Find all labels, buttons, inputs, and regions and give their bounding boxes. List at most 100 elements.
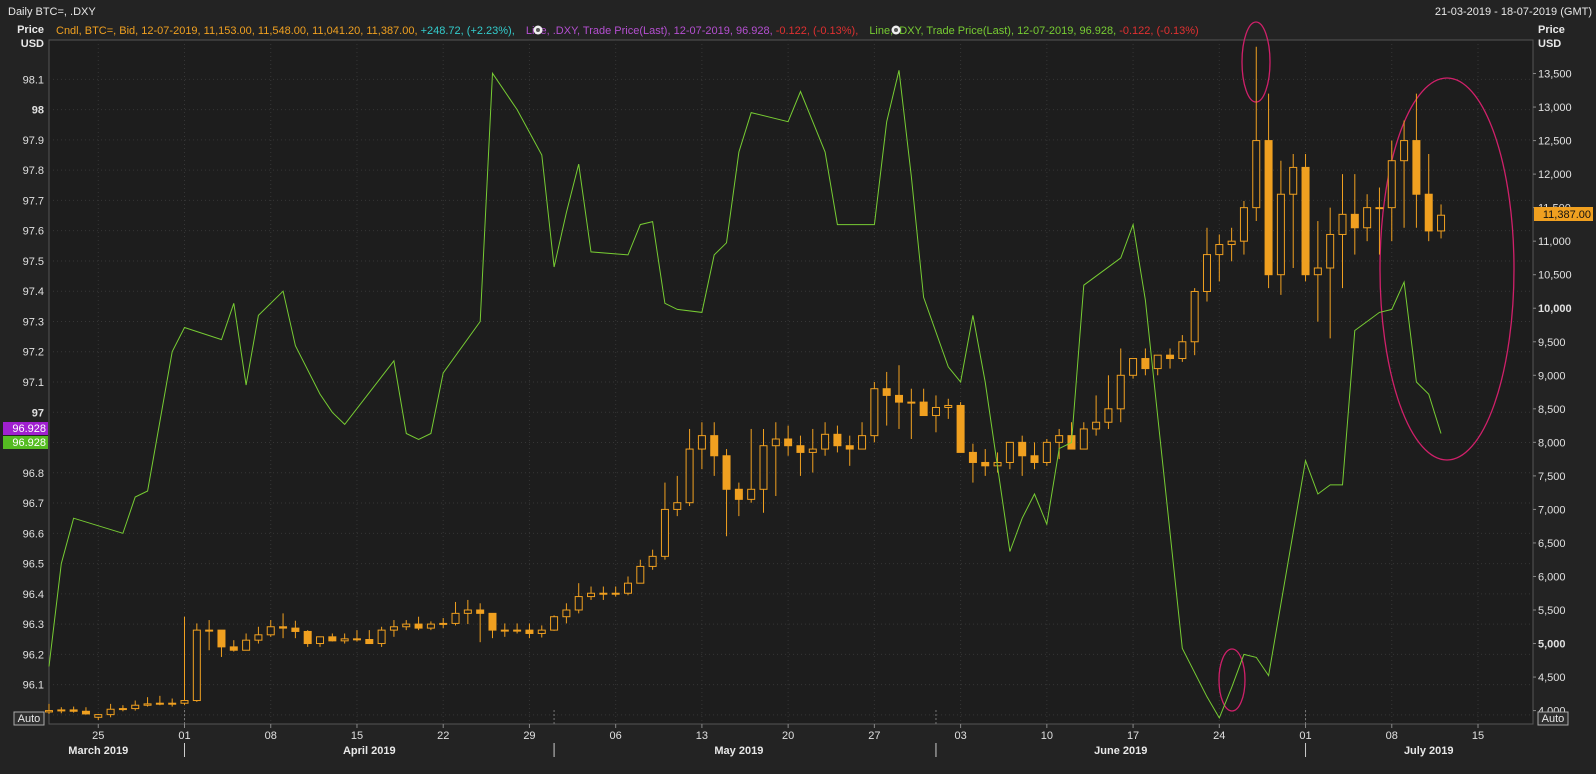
left-tick-label: 97.1 bbox=[23, 377, 44, 389]
btc-candle bbox=[1301, 154, 1310, 282]
candle-body-up bbox=[1276, 193, 1285, 276]
candle-body-down bbox=[352, 638, 361, 641]
candle-body-down bbox=[956, 404, 965, 453]
left-tick-label: 98.1 bbox=[23, 74, 44, 86]
candle-body-up bbox=[808, 448, 817, 453]
candle-body-down bbox=[81, 710, 90, 715]
candle-body-up bbox=[858, 435, 867, 450]
x-tick-label: 17 bbox=[1127, 730, 1139, 742]
btc-candle bbox=[1129, 358, 1138, 379]
auto-scale-right-button[interactable]: Auto bbox=[1537, 711, 1569, 726]
left-badge-purple: 96.928 bbox=[3, 422, 48, 435]
left-tick-label: 97.2 bbox=[23, 347, 44, 359]
x-tick-label: 01 bbox=[178, 730, 190, 742]
candle-body-down bbox=[845, 445, 854, 450]
candle-body-down bbox=[968, 451, 977, 463]
chart-title: Daily BTC=, .DXY bbox=[8, 6, 96, 18]
candle-body-down bbox=[981, 461, 990, 467]
left-tick-label: 97 bbox=[32, 407, 44, 419]
auto-scale-left-button[interactable]: Auto bbox=[13, 711, 45, 726]
candle-body-up bbox=[1252, 140, 1261, 209]
candle-body-up bbox=[266, 626, 275, 636]
left-tick-label: 96.4 bbox=[23, 589, 44, 601]
candle-body-up bbox=[697, 435, 706, 450]
candle-body-down bbox=[599, 592, 608, 595]
candle-body-down bbox=[895, 394, 904, 403]
candle-body-up bbox=[155, 702, 164, 705]
candle-body-up bbox=[931, 406, 940, 417]
candle-body-down bbox=[710, 435, 719, 457]
candle-body-up bbox=[870, 388, 879, 437]
x-month-label: July 2019 bbox=[1404, 745, 1454, 757]
candle-body-down bbox=[833, 433, 842, 447]
candle-body-up bbox=[205, 629, 214, 632]
right-tick-label: 13,000 bbox=[1538, 102, 1572, 114]
right-axis-title: Price bbox=[1538, 24, 1565, 36]
candle-body-up bbox=[759, 445, 768, 490]
legend-part: Cndl, BTC=, Bid, 12-07-2019, 11,153.00, … bbox=[56, 25, 421, 37]
left-tick-label: 96.8 bbox=[23, 468, 44, 480]
right-tick-label: 4,500 bbox=[1538, 672, 1566, 684]
right-tick-label: 6,500 bbox=[1538, 538, 1566, 550]
btc-candle bbox=[956, 402, 965, 453]
left-tick-label: 97.9 bbox=[23, 135, 44, 147]
candle-body-up bbox=[673, 502, 682, 510]
btc-candle bbox=[377, 626, 386, 647]
candle-body-up bbox=[1005, 441, 1014, 463]
candle-body-up bbox=[402, 623, 411, 628]
candle-body-down bbox=[476, 609, 485, 614]
right-tick-label: 12,500 bbox=[1538, 136, 1572, 148]
left-tick-label: 97.6 bbox=[23, 226, 44, 238]
candle-body-up bbox=[1363, 207, 1372, 229]
x-tick-label: 22 bbox=[437, 730, 449, 742]
x-tick-label: 27 bbox=[868, 730, 880, 742]
left-badge-green-value: 96.928 bbox=[12, 437, 46, 449]
candle-body-up bbox=[574, 596, 583, 611]
candle-body-down bbox=[229, 646, 238, 651]
candle-body-up bbox=[1116, 374, 1125, 410]
candle-body-down bbox=[525, 629, 534, 634]
candle-body-up bbox=[660, 508, 669, 557]
left-tick-label: 96.5 bbox=[23, 559, 44, 571]
left-tick-label: 96.2 bbox=[23, 649, 44, 661]
candle-body-up bbox=[771, 438, 780, 447]
right-tick-label: 8,500 bbox=[1538, 404, 1566, 416]
candle-body-up bbox=[389, 626, 398, 631]
candle-body-up bbox=[500, 629, 509, 632]
legend-part: -0.122, (-0.13%), bbox=[776, 25, 862, 37]
left-axis-unit: USD bbox=[21, 38, 44, 50]
right-tick-label: 5,000 bbox=[1538, 639, 1566, 651]
chart-canvas: 9696.196.296.396.496.596.696.796.896.997… bbox=[0, 0, 1596, 774]
left-tick-label: 96.1 bbox=[23, 680, 44, 692]
candle-body-up bbox=[94, 714, 103, 718]
left-axis-title: Price bbox=[17, 24, 44, 36]
right-tick-label: 12,000 bbox=[1538, 169, 1572, 181]
x-month-label: March 2019 bbox=[68, 745, 128, 757]
candle-body-up bbox=[180, 700, 189, 704]
legend-line: Cndl, BTC=, Bid, 12-07-2019, 11,153.00, … bbox=[56, 25, 1199, 37]
right-tick-label: 7,500 bbox=[1538, 471, 1566, 483]
candle-body-up bbox=[340, 638, 349, 642]
candle-body-up bbox=[143, 703, 152, 706]
x-tick-label: 25 bbox=[92, 730, 104, 742]
left-tick-label: 98 bbox=[32, 105, 44, 117]
candle-body-up bbox=[106, 708, 115, 716]
candle-body-up bbox=[1326, 233, 1335, 269]
candle-body-down bbox=[882, 388, 891, 396]
candle-body-down bbox=[291, 627, 300, 632]
legend-part: Line, .DXY, Trade Price(Last), 12-07-201… bbox=[869, 25, 1119, 37]
candle-body-up bbox=[1313, 267, 1322, 276]
candle-body-up bbox=[1104, 408, 1113, 423]
x-tick-label: 03 bbox=[954, 730, 966, 742]
right-tick-label: 11,000 bbox=[1538, 236, 1571, 248]
candle-body-down bbox=[1412, 140, 1421, 195]
legend-part: Line, .DXY, Trade Price(Last), 12-07-201… bbox=[526, 25, 776, 37]
x-tick-label: 20 bbox=[782, 730, 794, 742]
candle-body-up bbox=[1129, 358, 1138, 376]
candle-body-up bbox=[439, 622, 448, 625]
candle-body-down bbox=[919, 401, 928, 417]
candle-body-down bbox=[279, 626, 288, 629]
plot-area bbox=[48, 39, 1534, 725]
candle-body-down bbox=[734, 488, 743, 500]
x-tick-label: 08 bbox=[265, 730, 277, 742]
